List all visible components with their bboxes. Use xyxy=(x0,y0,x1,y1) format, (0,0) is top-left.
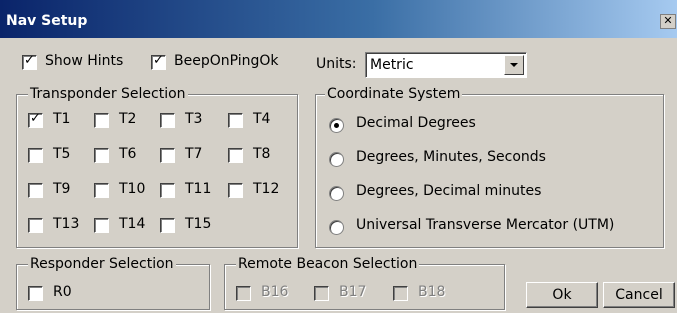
transponder-t5-checkbox[interactable] xyxy=(28,148,43,163)
check-icon: ✓ xyxy=(153,53,164,68)
responder-r0-label: R0 xyxy=(53,284,72,300)
beacon-b18-checkbox xyxy=(393,286,408,301)
transponder-t11-label: T11 xyxy=(185,181,212,197)
cancel-button[interactable]: Cancel xyxy=(603,282,675,308)
transponder-t11-checkbox[interactable] xyxy=(160,183,175,198)
transponder-t1-label: T1 xyxy=(53,111,71,127)
responder-r0-checkbox[interactable] xyxy=(28,286,43,301)
units-label: Units: xyxy=(316,56,357,72)
transponder-t12-checkbox[interactable] xyxy=(228,183,243,198)
transponder-t10-checkbox[interactable] xyxy=(94,183,109,198)
radio-dot-icon xyxy=(334,123,339,128)
transponder-t14-label: T14 xyxy=(119,216,146,232)
radio-decimal-degrees[interactable] xyxy=(329,118,344,133)
transponder-t4-label: T4 xyxy=(253,111,271,127)
transponder-t7-checkbox[interactable] xyxy=(160,148,175,163)
transponder-t4-checkbox[interactable] xyxy=(228,113,243,128)
chevron-down-icon[interactable] xyxy=(504,55,524,75)
transponder-t12-label: T12 xyxy=(253,181,280,197)
beacon-b16-label: B16 xyxy=(261,284,289,300)
transponder-t14-checkbox[interactable] xyxy=(94,218,109,233)
ok-button[interactable]: Ok xyxy=(526,282,598,308)
transponder-t9-checkbox[interactable] xyxy=(28,183,43,198)
coordinate-group-title: Coordinate System xyxy=(325,86,463,102)
responder-group-title: Responder Selection xyxy=(28,256,176,272)
transponder-t10-label: T10 xyxy=(119,181,146,197)
show-hints-checkbox[interactable]: ✓ xyxy=(22,53,37,70)
title-bar xyxy=(0,0,677,38)
radio-degrees-decimal-minutes-label: Degrees, Decimal minutes xyxy=(356,183,542,199)
transponder-t3-checkbox[interactable] xyxy=(160,113,175,128)
transponder-t15-label: T15 xyxy=(185,216,212,232)
transponder-t3-label: T3 xyxy=(185,111,203,127)
beacon-b17-checkbox xyxy=(314,286,329,301)
transponder-t6-checkbox[interactable] xyxy=(94,148,109,163)
beep-on-ping-ok-label: BeepOnPingOk xyxy=(174,53,279,69)
radio-degrees-decimal-minutes[interactable] xyxy=(329,186,344,201)
radio-degrees-minutes-seconds[interactable] xyxy=(329,152,344,167)
radio-utm[interactable] xyxy=(329,220,344,235)
units-value: Metric xyxy=(370,57,414,73)
check-icon: ✓ xyxy=(30,111,41,126)
remote-beacon-group-title: Remote Beacon Selection xyxy=(236,256,420,272)
radio-decimal-degrees-label: Decimal Degrees xyxy=(356,115,476,131)
window-title: Nav Setup xyxy=(6,13,88,29)
check-icon: ✓ xyxy=(24,53,35,68)
transponder-t1-checkbox[interactable]: ✓ xyxy=(28,111,43,128)
transponder-t6-label: T6 xyxy=(119,146,137,162)
transponder-t2-checkbox[interactable] xyxy=(94,113,109,128)
transponder-t8-label: T8 xyxy=(253,146,271,162)
transponder-t15-checkbox[interactable] xyxy=(160,218,175,233)
beacon-b17-label: B17 xyxy=(339,284,367,300)
transponder-group-title: Transponder Selection xyxy=(28,86,188,102)
units-select[interactable]: Metric xyxy=(365,52,527,78)
beacon-b18-label: B18 xyxy=(418,284,446,300)
show-hints-label: Show Hints xyxy=(45,53,124,69)
close-icon[interactable]: ✕ xyxy=(660,14,676,29)
radio-degrees-minutes-seconds-label: Degrees, Minutes, Seconds xyxy=(356,149,546,165)
beep-on-ping-ok-checkbox[interactable]: ✓ xyxy=(151,53,166,70)
beacon-b16-checkbox xyxy=(236,286,251,301)
transponder-t7-label: T7 xyxy=(185,146,203,162)
transponder-t13-checkbox[interactable] xyxy=(28,218,43,233)
transponder-t13-label: T13 xyxy=(53,216,80,232)
transponder-t5-label: T5 xyxy=(53,146,71,162)
transponder-t9-label: T9 xyxy=(53,181,71,197)
radio-utm-label: Universal Transverse Mercator (UTM) xyxy=(356,217,615,233)
transponder-t2-label: T2 xyxy=(119,111,137,127)
transponder-t8-checkbox[interactable] xyxy=(228,148,243,163)
